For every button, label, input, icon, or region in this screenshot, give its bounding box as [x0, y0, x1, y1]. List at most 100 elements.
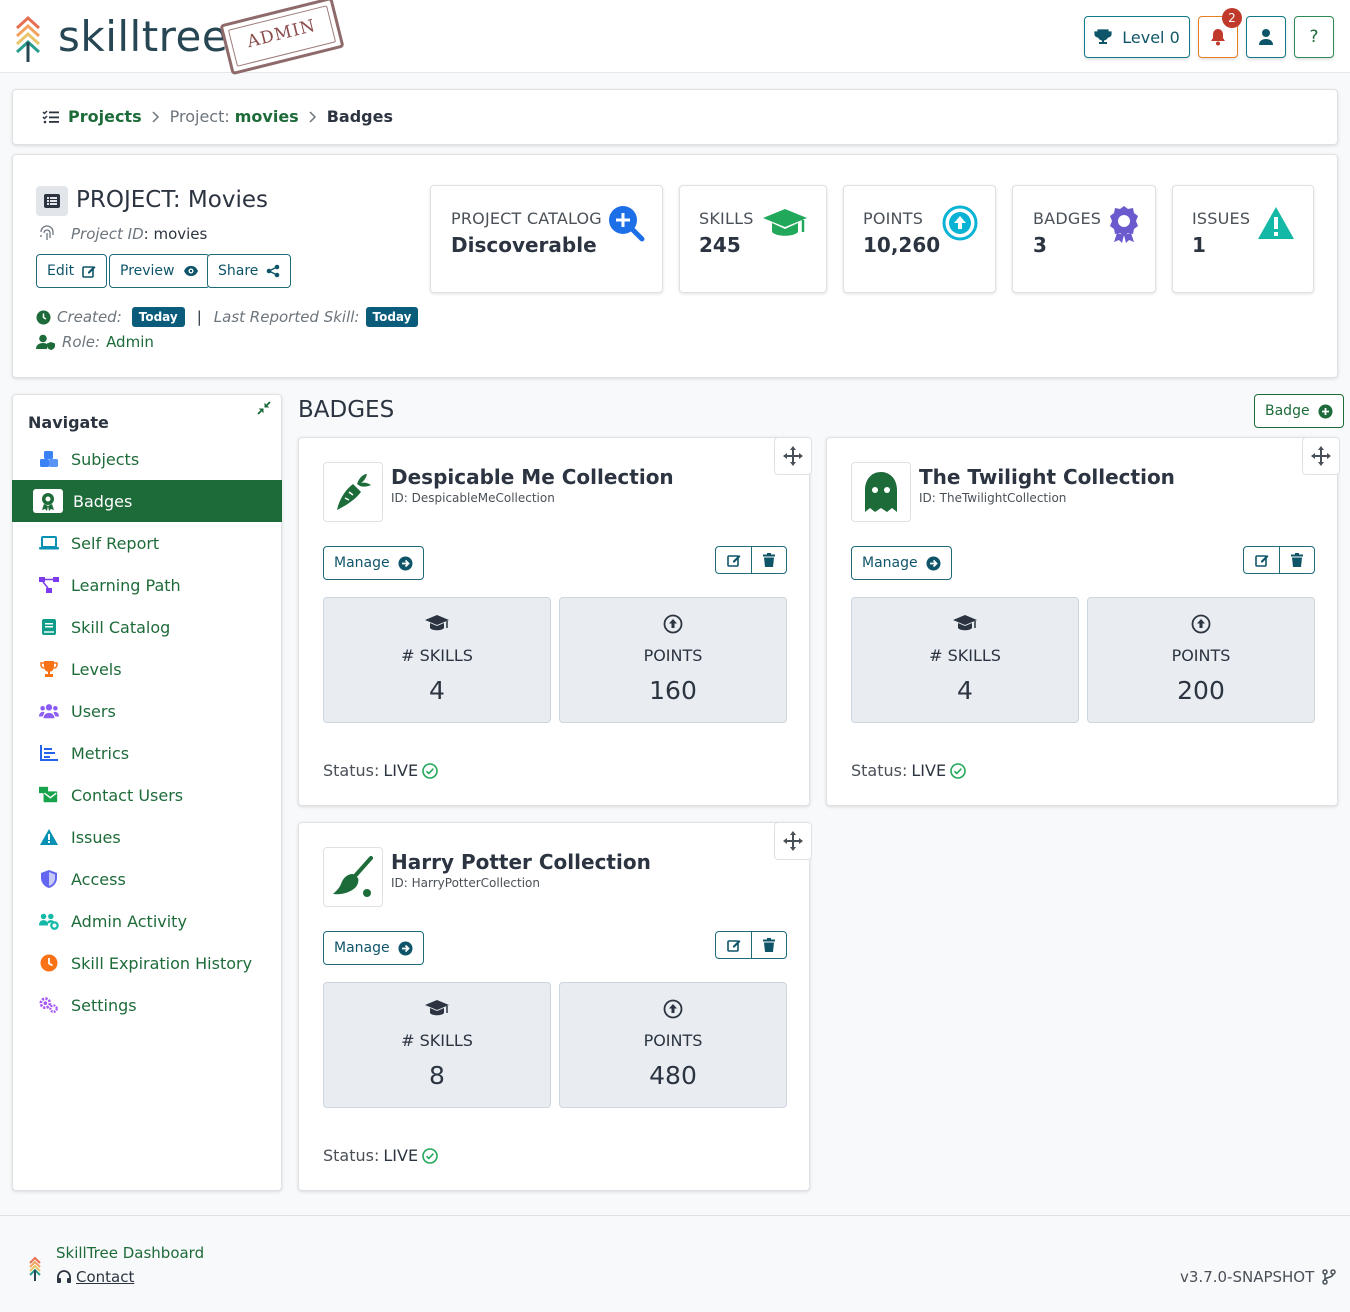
cubes-icon [39, 449, 59, 469]
nav-item-users[interactable]: Users [12, 690, 282, 732]
edit-icon[interactable] [1244, 547, 1279, 573]
code-branch-icon [1322, 1269, 1337, 1285]
project-id-label: Project ID [71, 225, 144, 243]
points-label: POINTS [643, 1031, 703, 1050]
nav-item-label: Access [71, 869, 126, 889]
manage-label: Manage [862, 555, 918, 571]
breadcrumb-projects-link[interactable]: Projects [68, 107, 142, 126]
help-label: ? [1309, 27, 1319, 47]
status-label: Status: [851, 761, 908, 780]
edit-project-button[interactable]: Edit [36, 254, 108, 288]
admin-stamp: ADMIN [219, 0, 345, 76]
footer: SkillTree Dashboard Contact v3.7.0-SNAPS… [0, 1215, 1350, 1312]
stat-issues-label: ISSUES [1192, 209, 1251, 228]
edit-icon[interactable] [716, 932, 751, 958]
badge-status: Status: LIVE [323, 761, 438, 780]
move-handle-icon[interactable] [774, 437, 812, 475]
share-label: Share [218, 263, 259, 279]
badge-actions [715, 546, 787, 574]
manage-badge-button[interactable]: Manage [851, 546, 952, 580]
stat-skills-label: SKILLS [699, 209, 754, 228]
breadcrumb-project-link[interactable]: movies [235, 107, 299, 126]
badge-card: Harry Potter Collection ID: HarryPotterC… [298, 822, 812, 1191]
move-handle-icon[interactable] [774, 822, 812, 860]
check-circle-icon [422, 1147, 438, 1164]
status-value: LIVE [383, 1146, 419, 1165]
share-project-button[interactable]: Share [207, 254, 292, 288]
status-label: Status: [323, 761, 380, 780]
badge-skills-stat: # SKILLS 8 [323, 982, 551, 1108]
arrow-circle-right-icon [398, 556, 413, 571]
nav-item-label: Settings [71, 995, 137, 1015]
nav-item-levels[interactable]: Levels [12, 648, 282, 690]
add-badge-button[interactable]: Badge [1254, 394, 1344, 428]
nav-item-label: Admin Activity [71, 911, 187, 931]
nav-item-metrics[interactable]: Metrics [12, 732, 282, 774]
move-handle-icon[interactable] [1302, 437, 1340, 475]
trash-icon[interactable] [751, 547, 786, 573]
nav-item-label: Users [71, 701, 116, 721]
badge-name[interactable]: The Twilight Collection [919, 465, 1175, 489]
preview-label: Preview [120, 263, 175, 279]
warning-icon [1257, 206, 1295, 240]
brand-name[interactable]: skilltree [58, 12, 228, 61]
badge-status: Status: LIVE [323, 1146, 438, 1165]
arrow-circle-up-icon [1088, 614, 1314, 634]
breadcrumb-current: Badges [326, 107, 393, 126]
collapse-icon[interactable] [257, 401, 271, 415]
nav-item-subjects[interactable]: Subjects [12, 438, 282, 480]
last-reported-value-badge: Today [365, 307, 419, 327]
nav-item-label: Contact Users [71, 785, 184, 805]
version-label: v3.7.0-SNAPSHOT [1180, 1268, 1315, 1286]
headset-icon [56, 1269, 72, 1285]
preview-project-button[interactable]: Preview [109, 254, 210, 288]
cogs-icon [39, 995, 59, 1015]
nav-item-admin-activity[interactable]: Admin Activity [12, 900, 282, 942]
manage-badge-button[interactable]: Manage [323, 931, 424, 965]
badge-points-stat: POINTS 480 [559, 982, 787, 1108]
skilltree-logo-icon[interactable] [14, 14, 42, 64]
edit-label: Edit [47, 263, 75, 279]
nav-item-skill-expiration-history[interactable]: Skill Expiration History [12, 942, 282, 984]
badge-actions [1243, 546, 1315, 574]
graduation-cap-icon [324, 614, 550, 632]
level-button[interactable]: Level 0 [1084, 16, 1190, 58]
nav-item-label: Issues [71, 827, 121, 847]
stat-catalog-value: Discoverable [451, 233, 597, 257]
arrow-circle-right-icon [398, 941, 413, 956]
badge-name[interactable]: Despicable Me Collection [391, 465, 674, 489]
stat-card-skills: SKILLS 245 [679, 185, 827, 293]
stat-skills-value: 245 [699, 233, 741, 257]
nav-item-label: Learning Path [71, 575, 181, 595]
stat-badges-value: 3 [1033, 233, 1047, 257]
nav-item-self-report[interactable]: Self Report [12, 522, 282, 564]
nav-item-settings[interactable]: Settings [12, 984, 282, 1026]
footer-contact-link[interactable]: Contact [56, 1268, 134, 1286]
footer-logo-icon [28, 1256, 42, 1282]
skills-value: 8 [429, 1061, 445, 1090]
trash-icon[interactable] [1279, 547, 1314, 573]
points-value: 200 [1177, 676, 1225, 705]
stat-catalog-label: PROJECT CATALOG [451, 209, 602, 228]
nav-item-issues[interactable]: Issues [12, 816, 282, 858]
manage-badge-button[interactable]: Manage [323, 546, 424, 580]
edit-icon[interactable] [716, 547, 751, 573]
nav-item-skill-catalog[interactable]: Skill Catalog [12, 606, 282, 648]
nav-item-access[interactable]: Access [12, 858, 282, 900]
breadcrumb: Projects Project: movies Badges [42, 107, 393, 126]
trash-icon[interactable] [751, 932, 786, 958]
help-button[interactable]: ? [1294, 16, 1334, 58]
stat-badges-label: BADGES [1033, 209, 1102, 228]
edit-icon [82, 264, 96, 278]
user-menu-button[interactable] [1246, 16, 1286, 58]
eye-icon [183, 265, 199, 277]
badge-name[interactable]: Harry Potter Collection [391, 850, 651, 874]
skills-value: 4 [429, 676, 445, 705]
chevron-right-icon [152, 110, 160, 123]
nav-item-contact-users[interactable]: Contact Users [12, 774, 282, 816]
plus-circle-icon [1318, 404, 1333, 419]
created-value-badge: Today [131, 307, 185, 327]
nav-item-learning-path[interactable]: Learning Path [12, 564, 282, 606]
nav-item-badges[interactable]: Badges [12, 480, 282, 522]
points-value: 480 [649, 1061, 697, 1090]
